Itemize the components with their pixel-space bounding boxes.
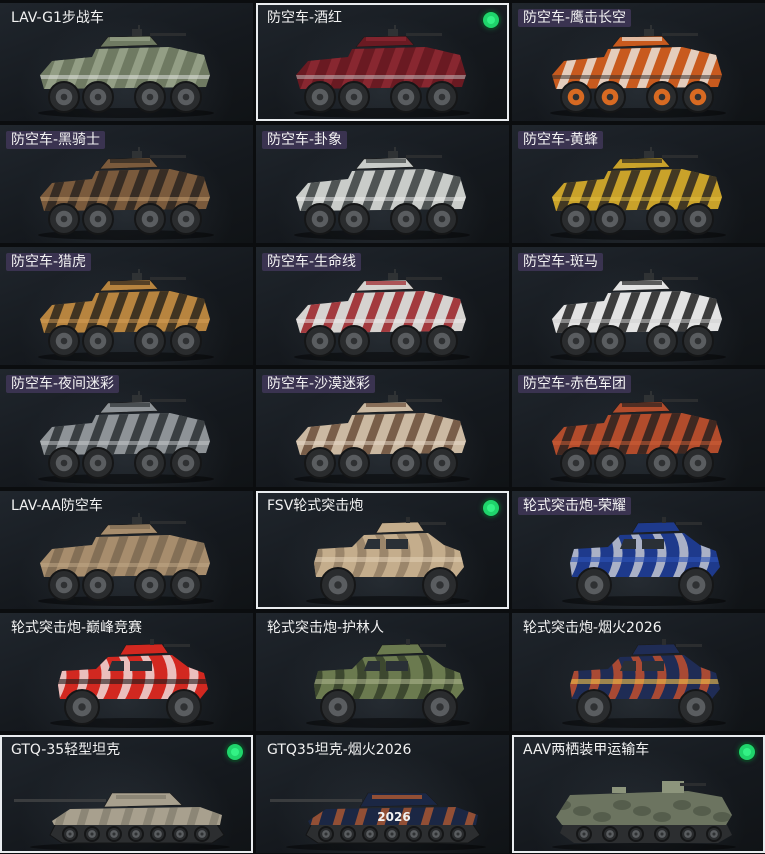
vehicle-skin-name: 防空车-鹰击长空 <box>518 9 632 27</box>
equipped-indicator-icon <box>227 744 243 760</box>
vehicle-skin-card[interactable]: GTQ35坦克-烟火2026 2026 <box>256 735 509 853</box>
vehicle-skin-name: 防空车-夜间迷彩 <box>6 375 120 393</box>
vehicle-skin-card[interactable]: 防空车-夜间迷彩 <box>0 369 253 487</box>
vehicle-skin-card[interactable]: 防空车-生命线 <box>256 247 509 365</box>
vehicle-skin-name: 轮式突击炮-巅峰竞赛 <box>11 620 143 636</box>
vehicle-skin-name: AAV两栖装甲运输车 <box>523 742 650 758</box>
vehicle-model <box>550 269 726 362</box>
vehicle-skin-card[interactable]: LAV-AA防空车 <box>0 491 253 609</box>
vehicle-skin-card[interactable]: 轮式突击炮-巅峰竞赛 <box>0 613 253 731</box>
vehicle-skin-card[interactable]: 防空车-赤色军团 <box>512 369 765 487</box>
vehicle-skin-card[interactable]: 轮式突击炮-烟火2026 <box>512 613 765 731</box>
vehicle-skin-card[interactable]: LAV-G1步战车 <box>0 3 253 121</box>
vehicle-model <box>38 25 214 118</box>
vehicle-skin-card[interactable]: 轮式突击炮-荣耀 <box>512 491 765 609</box>
vehicle-skin-name: FSV轮式突击炮 <box>267 498 364 514</box>
vehicle-model <box>294 25 470 118</box>
vehicle-skin-card[interactable]: 防空车-猎虎 <box>0 247 253 365</box>
vehicle-skin-card[interactable]: FSV轮式突击炮 <box>256 491 509 609</box>
vehicle-skin-grid: LAV-G1步战车 防空车-酒红 防空车-鹰击长空 防空车-黑骑士 防空车-卦象 防空车-… <box>0 0 765 854</box>
equipped-indicator-icon <box>739 744 755 760</box>
vehicle-model <box>294 147 470 240</box>
vehicle-model <box>552 781 736 851</box>
vehicle-model <box>562 517 726 606</box>
vehicle-model <box>38 269 214 362</box>
vehicle-skin-card[interactable]: 防空车-斑马 <box>512 247 765 365</box>
vehicle-model <box>562 639 726 728</box>
vehicle-skin-name: 防空车-赤色军团 <box>518 375 632 393</box>
vehicle-skin-name: LAV-G1步战车 <box>11 10 104 26</box>
vehicle-skin-name: 防空车-酒红 <box>267 10 343 26</box>
vehicle-skin-card[interactable]: 防空车-黄蜂 <box>512 125 765 243</box>
vehicle-skin-name: 防空车-猎虎 <box>6 253 92 271</box>
vehicle-model <box>50 639 214 728</box>
vehicle-skin-name: GTQ35坦克-烟火2026 <box>267 742 412 758</box>
vehicle-model: 2026 <box>270 792 486 851</box>
vehicle-skin-name: 防空车-生命线 <box>262 253 362 271</box>
vehicle-skin-name: 防空车-黑骑士 <box>6 131 106 149</box>
vehicle-model <box>550 147 726 240</box>
vehicle-model <box>14 792 230 851</box>
vehicle-skin-name: GTQ-35轻型坦克 <box>11 742 121 758</box>
vehicle-skin-name: 防空车-卦象 <box>262 131 348 149</box>
vehicle-skin-card[interactable]: 防空车-鹰击长空 <box>512 3 765 121</box>
vehicle-skin-name: LAV-AA防空车 <box>11 498 103 514</box>
vehicle-skin-card[interactable]: 防空车-卦象 <box>256 125 509 243</box>
vehicle-skin-name: 防空车-黄蜂 <box>518 131 604 149</box>
vehicle-skin-name: 防空车-斑马 <box>518 253 604 271</box>
vehicle-skin-name: 轮式突击炮-荣耀 <box>518 497 632 515</box>
hull-livery-text: 2026 <box>377 810 410 824</box>
vehicle-skin-card[interactable]: 防空车-酒红 <box>256 3 509 121</box>
vehicle-skin-card[interactable]: 轮式突击炮-护林人 <box>256 613 509 731</box>
vehicle-skin-name: 防空车-沙漠迷彩 <box>262 375 376 393</box>
vehicle-model <box>306 517 470 606</box>
equipped-indicator-icon <box>483 12 499 28</box>
vehicle-model <box>38 513 214 606</box>
vehicle-model <box>294 391 470 484</box>
vehicle-skin-card[interactable]: AAV两栖装甲运输车 <box>512 735 765 853</box>
vehicle-skin-card[interactable]: 防空车-黑骑士 <box>0 125 253 243</box>
vehicle-skin-name: 轮式突击炮-护林人 <box>267 620 385 636</box>
vehicle-model <box>550 391 726 484</box>
vehicle-model <box>38 147 214 240</box>
vehicle-model <box>306 639 470 728</box>
vehicle-model <box>550 25 726 118</box>
vehicle-skin-name: 轮式突击炮-烟火2026 <box>523 620 662 636</box>
vehicle-skin-card[interactable]: GTQ-35轻型坦克 <box>0 735 253 853</box>
vehicle-model <box>294 269 470 362</box>
vehicle-model <box>38 391 214 484</box>
vehicle-skin-card[interactable]: 防空车-沙漠迷彩 <box>256 369 509 487</box>
equipped-indicator-icon <box>483 500 499 516</box>
